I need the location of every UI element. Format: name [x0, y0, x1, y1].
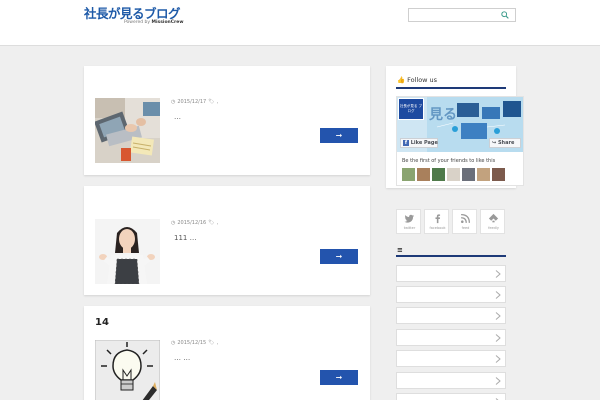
sidebar-link[interactable]: [396, 393, 506, 400]
post-thumbnail-lightbulb[interactable]: [95, 340, 160, 400]
feedly-button[interactable]: feedly: [480, 209, 505, 234]
chevron-right-icon: [495, 377, 501, 385]
sidebar-link[interactable]: [396, 307, 506, 324]
search-icon[interactable]: [501, 11, 509, 19]
read-more-button[interactable]: ➞: [320, 370, 358, 385]
feed-button[interactable]: feed: [452, 209, 477, 234]
menu-heading: ≡: [397, 246, 403, 254]
post-tags[interactable]: ,: [217, 340, 219, 346]
facebook-button[interactable]: facebook: [424, 209, 449, 234]
sidebar-link[interactable]: [396, 286, 506, 303]
read-more-button[interactable]: ➞: [320, 128, 358, 143]
tag-icon: 🏷: [208, 340, 215, 346]
search-input[interactable]: [408, 8, 516, 22]
post-date: 2015/12/16: [177, 220, 207, 226]
post-thumbnail-woman[interactable]: [95, 219, 160, 284]
facebook-icon: [435, 214, 441, 224]
post-date: 2015/12/15: [177, 340, 207, 346]
thumbs-up-icon: 👍: [397, 76, 406, 84]
post-thumbnail-laptop[interactable]: [95, 98, 160, 163]
post-excerpt: …: [174, 113, 181, 121]
post-card: 14 ◷ 2015/12/15 🏷 , … … ➞: [84, 306, 370, 400]
follow-us-widget: 👍 Follow us 見る 社長が見る ブログ f Like Page ↪ S…: [386, 66, 524, 188]
facebook-friend-faces: [402, 168, 505, 181]
rss-icon: [461, 214, 470, 223]
post-excerpt: … …: [174, 354, 191, 362]
twitter-button[interactable]: twitter: [396, 209, 421, 234]
logo-subtitle: Powered by MissionCrew: [124, 20, 184, 25]
post-card: ◷ 2015/12/16 🏷 , 111 … ➞: [84, 186, 370, 295]
feedly-icon: [488, 213, 499, 223]
friend-avatar[interactable]: [402, 168, 415, 181]
facebook-page-avatar[interactable]: 社長が見る ブログ: [398, 98, 424, 120]
site-header: 社長が見るブログ Powered by MissionCrew: [0, 0, 600, 46]
chevron-right-icon: [495, 312, 501, 320]
social-buttons: twitter facebook feed feedly: [396, 209, 505, 234]
friend-avatar[interactable]: [477, 168, 490, 181]
friend-avatar[interactable]: [447, 168, 460, 181]
facebook-page-plugin: 見る 社長が見る ブログ f Like Page ↪ Share Be the …: [396, 96, 524, 186]
clock-icon: ◷: [171, 99, 176, 105]
logo-text: 社長が見るブログ: [84, 6, 181, 21]
sidebar-link[interactable]: [396, 350, 506, 367]
chevron-right-icon: [495, 270, 501, 278]
friend-avatar[interactable]: [417, 168, 430, 181]
site-logo[interactable]: 社長が見るブログ Powered by MissionCrew: [84, 6, 184, 30]
post-title[interactable]: 14: [95, 317, 109, 328]
facebook-icon: f: [403, 140, 409, 146]
svg-text:見る: 見る: [428, 107, 457, 123]
chevron-right-icon: [495, 291, 501, 299]
clock-icon: ◷: [171, 340, 176, 346]
chevron-right-icon: [495, 334, 501, 342]
friend-avatar[interactable]: [462, 168, 475, 181]
tag-icon: 🏷: [208, 99, 215, 105]
twitter-icon: [404, 214, 415, 223]
heading-rule: [396, 255, 506, 257]
friend-avatar[interactable]: [432, 168, 445, 181]
title-rule: [396, 87, 506, 89]
post-meta: ◷ 2015/12/17 🏷 ,: [171, 99, 218, 105]
sidebar-link[interactable]: [396, 329, 506, 346]
sidebar-link[interactable]: [396, 372, 506, 389]
post-date: 2015/12/17: [177, 99, 207, 105]
tag-icon: 🏷: [208, 220, 215, 226]
read-more-button[interactable]: ➞: [320, 249, 358, 264]
facebook-share-button[interactable]: ↪ Share: [489, 138, 521, 148]
post-excerpt: 111 …: [174, 234, 197, 242]
post-card: ◷ 2015/12/17 🏷 , … ➞: [84, 66, 370, 175]
facebook-cover-image[interactable]: 見る 社長が見る ブログ f Like Page ↪ Share: [397, 97, 523, 152]
post-tags[interactable]: ,: [217, 220, 219, 226]
follow-us-title: 👍 Follow us: [397, 76, 438, 84]
clock-icon: ◷: [171, 220, 176, 226]
share-icon: ↪: [492, 140, 497, 146]
facebook-like-button[interactable]: f Like Page: [400, 138, 438, 148]
facebook-friends-text: Be the first of your friends to like thi…: [402, 158, 496, 164]
friend-avatar[interactable]: [492, 168, 505, 181]
post-meta: ◷ 2015/12/15 🏷 ,: [171, 340, 218, 346]
post-tags[interactable]: ,: [217, 99, 219, 105]
chevron-right-icon: [495, 355, 501, 363]
post-meta: ◷ 2015/12/16 🏷 ,: [171, 220, 218, 226]
sidebar-link[interactable]: [396, 265, 506, 282]
